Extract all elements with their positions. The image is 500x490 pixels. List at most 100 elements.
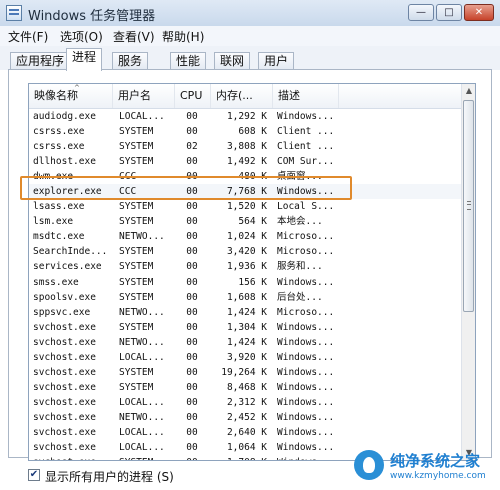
process-cpu: 00 (186, 396, 198, 408)
process-memory: 1,304 K (226, 321, 267, 333)
process-description: Client ... (277, 126, 335, 138)
menu-help[interactable]: 帮助(H) (162, 28, 204, 45)
process-row[interactable]: svchost.exe NETWO... 00 2,452 K Windows... (29, 410, 461, 425)
column-memory[interactable]: 内存(... (211, 84, 273, 108)
process-memory: 1,708 K (211, 455, 267, 460)
process-memory: 1,024 K (226, 231, 267, 243)
show-all-users-checkbox[interactable]: ✔ (28, 469, 40, 481)
process-memory: 2,640 K (226, 426, 267, 438)
process-row[interactable]: explorer.exe CCC 00 7,768 K Windows... (29, 184, 461, 200)
process-memory: 7,768 K (226, 186, 267, 198)
sort-up-icon: ^ (74, 84, 80, 92)
process-description: Windows... (277, 111, 335, 122)
scroll-up-arrow-icon[interactable]: ▲ (462, 84, 475, 98)
process-memory: 1,424 K (226, 306, 267, 318)
process-name: dwm.exe (33, 171, 74, 183)
tab-strip: 应用程序 进程 服务 性能 联网 用户 (0, 46, 500, 71)
task-manager-icon (6, 5, 22, 21)
process-description: Windows... (277, 381, 335, 393)
process-description: Windows... (277, 396, 335, 408)
process-user: SYSTEM (119, 216, 154, 228)
tab-networking[interactable]: 联网 (214, 52, 251, 70)
column-user-name[interactable]: 用户名 (113, 84, 175, 108)
watermark-url: www.kzmyhome.com (390, 471, 486, 481)
process-name: svchost.exe (33, 321, 96, 333)
menu-view[interactable]: 查看(V) (113, 28, 155, 45)
process-cpu: 00 (186, 336, 198, 348)
process-name: svchost.exe (33, 381, 96, 393)
process-name: svchost.exe (33, 366, 96, 378)
tab-performance[interactable]: 性能 (170, 52, 207, 70)
menu-options[interactable]: 选项(O) (60, 28, 103, 45)
process-row[interactable]: dwm.exe CCC 00 480 K 桌面窗... (29, 169, 461, 184)
process-name: smss.exe (33, 276, 79, 288)
process-row[interactable]: svchost.exe SYSTEM 00 1,304 K Windows... (29, 320, 461, 335)
column-image-name[interactable]: ^ 映像名称 (29, 84, 113, 108)
process-cpu: 02 (186, 141, 198, 153)
process-row[interactable]: services.exe SYSTEM 00 1,936 K 服务和... (29, 259, 461, 274)
process-name: services.exe (33, 261, 102, 273)
process-name: msdtc.exe (33, 231, 85, 243)
process-description: Windows... (277, 426, 335, 438)
tab-applications[interactable]: 应用程序 (10, 52, 71, 70)
tab-services[interactable]: 服务 (112, 52, 149, 70)
process-row[interactable]: msdtc.exe NETWO... 00 1,024 K Microso... (29, 229, 461, 244)
tab-processes[interactable]: 进程 (66, 48, 103, 71)
process-name: svchost.exe (33, 442, 96, 454)
title-bar: Windows 任务管理器 — □ ✕ (0, 0, 500, 27)
process-cpu: 00 (179, 455, 205, 460)
column-description[interactable]: 描述 (273, 84, 339, 108)
list-header: ^ 映像名称 用户名 CPU 内存(... 描述 (29, 84, 461, 109)
process-memory: 1,608 K (226, 291, 267, 303)
process-row[interactable]: csrss.exe SYSTEM 02 3,808 K Client ... (29, 139, 461, 154)
close-button[interactable]: ✕ (464, 4, 494, 21)
watermark-logo-icon (354, 450, 384, 480)
process-row[interactable]: lsass.exe SYSTEM 00 1,520 K Local S... (29, 199, 461, 214)
process-description: Microso... (277, 246, 335, 258)
process-row[interactable]: spoolsv.exe SYSTEM 00 1,608 K 后台处... (29, 290, 461, 305)
process-row[interactable]: svchost.exe LOCAL... 00 3,920 K Windows... (29, 350, 461, 365)
process-name: svchost.exe (33, 396, 96, 408)
process-memory: 1,292 K (226, 111, 267, 122)
process-cpu: 00 (186, 321, 198, 333)
process-row[interactable]: dllhost.exe SYSTEM 00 1,492 K COM Sur... (29, 154, 461, 169)
process-user: SYSTEM (119, 291, 154, 303)
process-row[interactable]: sppsvc.exe NETWO... 00 1,424 K Microso... (29, 305, 461, 320)
process-user: NETWO... (119, 231, 165, 243)
process-name: explorer.exe (33, 186, 102, 198)
process-row[interactable]: csrss.exe SYSTEM 00 608 K Client ... (29, 124, 461, 139)
process-row[interactable]: lsm.exe SYSTEM 00 564 K 本地会... (29, 214, 461, 229)
menu-file[interactable]: 文件(F) (8, 28, 48, 45)
column-cpu[interactable]: CPU (175, 84, 211, 108)
process-cpu: 00 (186, 126, 198, 138)
scroll-thumb[interactable] (463, 100, 474, 312)
process-row[interactable]: svchost.exe LOCAL... 00 2,312 K Windows... (29, 395, 461, 410)
process-cpu: 00 (186, 246, 198, 258)
process-row[interactable]: svchost.exe SYSTEM 00 19,264 K Windows... (29, 365, 461, 380)
process-row[interactable]: smss.exe SYSTEM 00 156 K Windows... (29, 275, 461, 290)
process-name: lsass.exe (33, 201, 85, 213)
process-memory: 2,312 K (226, 396, 267, 408)
process-row[interactable]: SearchInde... SYSTEM 00 3,420 K Microso... (29, 244, 461, 259)
process-user: SYSTEM (119, 276, 154, 288)
process-row[interactable]: audiodg.exe LOCAL... 00 1,292 K Windows... (29, 109, 461, 124)
show-all-users-label: 显示所有用户的进程 (S) (45, 470, 174, 484)
tab-users[interactable]: 用户 (258, 52, 295, 70)
process-description: 桌面窗... (277, 171, 323, 183)
watermark-title: 纯净系统之家 (390, 452, 481, 470)
process-name: dllhost.exe (33, 156, 96, 168)
process-row[interactable]: svchost.exe LOCAL... 00 2,640 K Windows... (29, 425, 461, 440)
process-description: Windows... (277, 276, 335, 288)
maximize-button[interactable]: □ (436, 4, 462, 21)
process-description: Windows... (277, 321, 335, 333)
process-memory: 564 K (238, 216, 267, 228)
vertical-scrollbar[interactable]: ▲ ▼ (461, 84, 475, 460)
process-memory: 3,420 K (226, 246, 267, 258)
process-row[interactable]: svchost.exe SYSTEM 00 8,468 K Windows... (29, 380, 461, 395)
process-cpu: 00 (186, 306, 198, 318)
process-user: SYSTEM (119, 141, 154, 153)
process-list[interactable]: ^ 映像名称 用户名 CPU 内存(... 描述 audiodg.exe LOCA… (28, 83, 476, 461)
process-row[interactable]: svchost.exe NETWO... 00 1,424 K Windows... (29, 335, 461, 350)
process-description: Local S... (277, 201, 335, 213)
minimize-button[interactable]: — (408, 4, 434, 21)
